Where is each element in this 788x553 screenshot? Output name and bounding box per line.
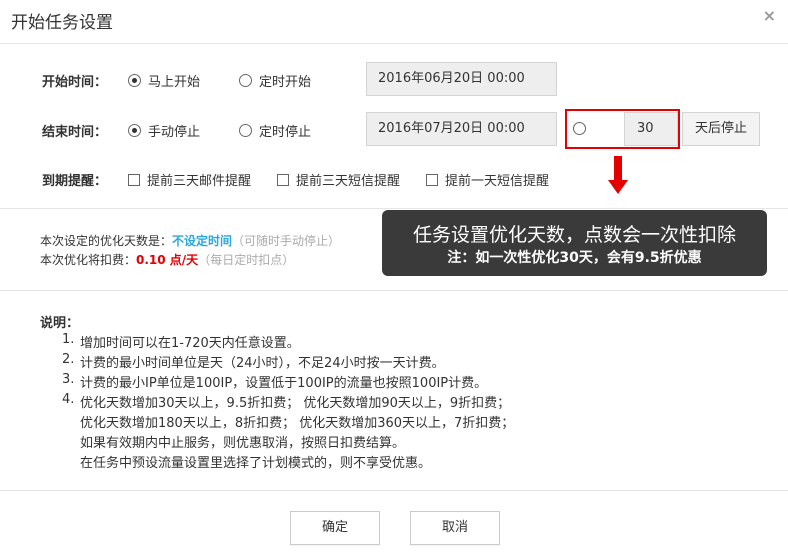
summary-days-value: 不设定时间 (172, 234, 233, 248)
note-item: 计费的最小时间单位是天（24小时），不足24小时按一天计费。 (80, 356, 445, 371)
note-item: 计费的最小IP单位是100IP，设置低于100IP的流量也按照100IP计费。 (80, 376, 488, 391)
note-item: 如果有效期内中止服务，则优惠取消，按照日扣费结算。 (80, 436, 406, 451)
start-time-row: 开始时间： 马上开始 定时开始 2016年06月20日 00:00 (0, 62, 788, 96)
dialog-header: 开始任务设置 × (0, 0, 788, 44)
note-number: 4. (62, 392, 75, 407)
note-item: 优化天数增加180天以上，8折扣费； 优化天数增加360天以上，7折扣费； (80, 416, 515, 431)
reminder-sms-1day-checkbox[interactable]: 提前一天短信提醒 (426, 170, 549, 189)
summary-fee: 本次优化将扣费：0.10 点/天（每日定时扣点） (40, 251, 294, 268)
radio-checked-icon (128, 124, 141, 137)
reminder-email-3day-label: 提前三天邮件提醒 (147, 174, 252, 189)
radio-checked-icon (128, 74, 141, 87)
divider (0, 208, 788, 209)
summary-fee-prefix: 本次优化将扣费： (40, 253, 137, 267)
note-number: 2. (62, 352, 75, 367)
start-now-radio[interactable]: 马上开始 (128, 71, 200, 90)
arrow-down-icon (614, 156, 622, 182)
start-scheduled-radio[interactable]: 定时开始 (239, 71, 311, 90)
reminder-sms-1day-label: 提前一天短信提醒 (445, 174, 550, 189)
start-now-label: 马上开始 (148, 75, 201, 90)
summary-fee-hint: （每日定时扣点） (198, 253, 295, 267)
summary-days-prefix: 本次设定的优化天数是： (40, 234, 173, 248)
notes-title: 说明： (40, 316, 80, 331)
tooltip-line1: 任务设置优化天数，点数会一次性扣除 (412, 224, 736, 246)
radio-unchecked-icon (239, 124, 252, 137)
reminder-email-3day-checkbox[interactable]: 提前三天邮件提醒 (128, 170, 251, 189)
end-scheduled-radio[interactable]: 定时停止 (239, 121, 311, 140)
note-item: 优化天数增加30天以上，9.5折扣费； 优化天数增加90天以上，9折扣费； (80, 396, 511, 411)
note-item: 增加时间可以在1-720天内任意设置。 (80, 336, 300, 351)
end-scheduled-label: 定时停止 (259, 125, 312, 140)
highlight-box (565, 109, 680, 149)
cancel-button[interactable]: 取消 (410, 511, 500, 545)
end-datetime-field[interactable]: 2016年07月20日 00:00 (366, 112, 557, 146)
reminder-label: 到期提醒： (42, 174, 108, 189)
tooltip-line2: 注：如一次性优化30天，会有9.5折优惠 (447, 250, 702, 266)
divider (0, 290, 788, 291)
reminder-sms-3day-label: 提前三天短信提醒 (296, 174, 401, 189)
confirm-button[interactable]: 确定 (290, 511, 380, 545)
note-number: 3. (62, 372, 75, 387)
start-time-label: 开始时间： (42, 75, 108, 90)
summary-fee-value: 0.10 点/天 (136, 253, 199, 267)
days-suffix-label: 天后停止 (682, 112, 760, 146)
end-manual-label: 手动停止 (148, 125, 201, 140)
summary-days-hint: （可随时手动停止） (232, 234, 341, 248)
radio-unchecked-icon (239, 74, 252, 87)
dialog-title: 开始任务设置 (11, 13, 113, 33)
divider (0, 490, 788, 491)
close-icon[interactable]: × (763, 6, 776, 25)
summary-days: 本次设定的优化天数是：不设定时间（可随时手动停止） (40, 232, 340, 249)
note-number: 1. (62, 332, 75, 347)
checkbox-icon (277, 173, 289, 186)
start-datetime-field[interactable]: 2016年06月20日 00:00 (366, 62, 557, 96)
note-item: 在任务中预设流量设置里选择了计划模式的，则不享受优惠。 (80, 456, 432, 471)
checkbox-icon (426, 173, 438, 186)
end-time-label: 结束时间： (42, 125, 108, 140)
checkbox-icon (128, 173, 140, 186)
end-manual-radio[interactable]: 手动停止 (128, 121, 200, 140)
reminder-sms-3day-checkbox[interactable]: 提前三天短信提醒 (277, 170, 400, 189)
arrow-head-icon (608, 180, 628, 194)
start-scheduled-label: 定时开始 (259, 75, 312, 90)
tooltip: 任务设置优化天数，点数会一次性扣除 注：如一次性优化30天，会有9.5折优惠 (382, 210, 767, 276)
